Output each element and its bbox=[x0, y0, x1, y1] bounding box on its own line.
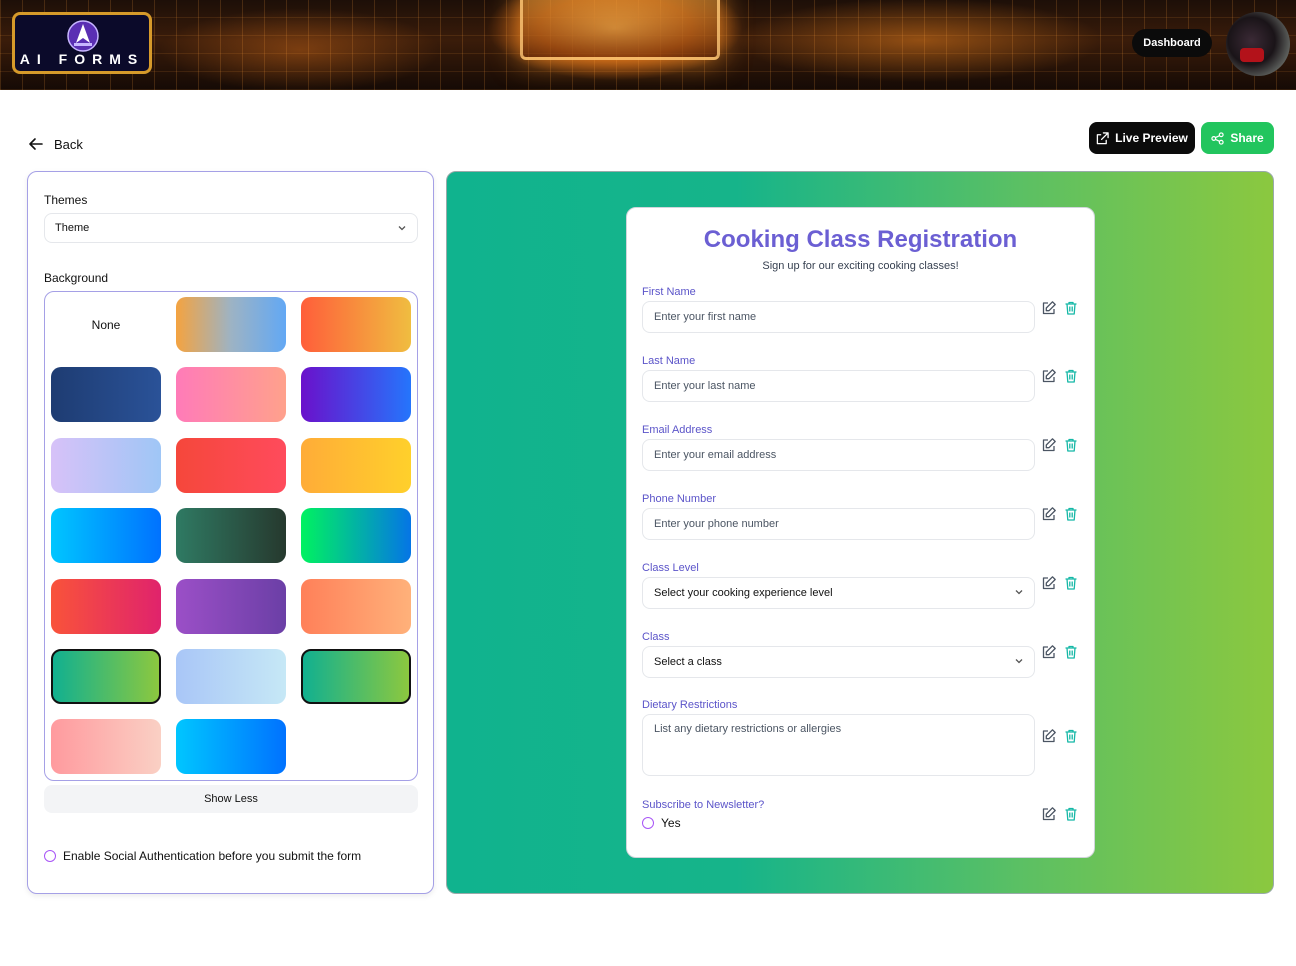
back-label: Back bbox=[54, 136, 83, 152]
trash-icon[interactable] bbox=[1063, 728, 1079, 744]
background-swatch-red-orange[interactable] bbox=[301, 297, 411, 352]
background-swatch-red[interactable] bbox=[176, 438, 286, 493]
first-name-actions bbox=[1041, 300, 1079, 316]
background-swatch-grid: None bbox=[44, 291, 418, 781]
background-swatch-pink-peach[interactable] bbox=[176, 367, 286, 422]
newsletter-actions bbox=[1041, 806, 1079, 822]
chevron-down-icon bbox=[1015, 590, 1023, 595]
background-swatch-teal-lime[interactable] bbox=[51, 649, 161, 704]
live-preview-button[interactable]: Live Preview bbox=[1089, 122, 1195, 154]
first-name-input[interactable]: Enter your first name bbox=[642, 301, 1035, 333]
background-swatch-rose[interactable] bbox=[51, 719, 161, 774]
background-swatch-sky-blue[interactable] bbox=[51, 508, 161, 563]
phone-label: Phone Number bbox=[642, 493, 716, 505]
edit-icon[interactable] bbox=[1041, 806, 1057, 822]
theme-select-value: Theme bbox=[55, 222, 90, 234]
social-auth-label: Enable Social Authentication before you … bbox=[63, 849, 362, 863]
app-logo[interactable]: AI FORMS bbox=[12, 12, 152, 74]
edit-icon[interactable] bbox=[1041, 437, 1057, 453]
background-swatch-forest[interactable] bbox=[176, 508, 286, 563]
chevron-down-icon bbox=[398, 226, 406, 231]
dietary-actions bbox=[1041, 728, 1079, 744]
trash-icon[interactable] bbox=[1063, 368, 1079, 384]
last-name-label: Last Name bbox=[642, 355, 696, 367]
user-avatar[interactable] bbox=[1226, 12, 1290, 76]
first-name-label: First Name bbox=[642, 286, 696, 298]
class-value: Select a class bbox=[654, 656, 722, 668]
class-level-label: Class Level bbox=[642, 562, 699, 574]
trash-icon[interactable] bbox=[1063, 806, 1079, 822]
class-actions bbox=[1041, 644, 1079, 660]
background-swatch-none[interactable]: None bbox=[51, 297, 161, 352]
social-auth-radio[interactable] bbox=[44, 850, 56, 862]
edit-icon[interactable] bbox=[1041, 368, 1057, 384]
dashboard-button[interactable]: Dashboard bbox=[1132, 29, 1212, 57]
background-swatch-violet[interactable] bbox=[176, 579, 286, 634]
background-swatch-purple-blue[interactable] bbox=[301, 367, 411, 422]
background-swatch-red-magenta[interactable] bbox=[51, 579, 161, 634]
trash-icon[interactable] bbox=[1063, 644, 1079, 660]
background-swatch-azure[interactable] bbox=[176, 719, 286, 774]
class-label: Class bbox=[642, 631, 670, 643]
email-label: Email Address bbox=[642, 424, 713, 436]
share-button[interactable]: Share bbox=[1201, 122, 1274, 154]
chevron-down-icon bbox=[1015, 659, 1023, 664]
trash-icon[interactable] bbox=[1063, 575, 1079, 591]
edit-icon[interactable] bbox=[1041, 575, 1057, 591]
back-link[interactable]: Back bbox=[28, 136, 83, 152]
dietary-textarea[interactable]: List any dietary restrictions or allergi… bbox=[642, 714, 1035, 776]
email-actions bbox=[1041, 437, 1079, 453]
newsletter-option-yes[interactable]: Yes bbox=[642, 816, 681, 830]
background-swatch-teal-lime-2[interactable] bbox=[301, 649, 411, 704]
class-level-select[interactable]: Select your cooking experience level bbox=[642, 577, 1035, 609]
external-link-icon bbox=[1096, 131, 1109, 144]
share-label: Share bbox=[1230, 131, 1264, 145]
share-icon bbox=[1211, 131, 1224, 145]
edit-icon[interactable] bbox=[1041, 506, 1057, 522]
glowing-chip-graphic bbox=[520, 0, 720, 60]
social-auth-option[interactable]: Enable Social Authentication before you … bbox=[44, 849, 361, 863]
dietary-label: Dietary Restrictions bbox=[642, 699, 738, 711]
trash-icon[interactable] bbox=[1063, 300, 1079, 316]
background-label: Background bbox=[44, 271, 109, 285]
form-subtitle[interactable]: Sign up for our exciting cooking classes… bbox=[627, 260, 1094, 272]
header-banner bbox=[0, 0, 1296, 90]
trash-icon[interactable] bbox=[1063, 506, 1079, 522]
background-swatch-lavender-sky[interactable] bbox=[51, 438, 161, 493]
background-swatch-navy[interactable] bbox=[51, 367, 161, 422]
arrow-left-icon bbox=[29, 138, 43, 150]
email-input[interactable]: Enter your email address bbox=[642, 439, 1035, 471]
newsletter-label: Subscribe to Newsletter? bbox=[642, 799, 765, 811]
class-level-value: Select your cooking experience level bbox=[654, 587, 833, 599]
background-swatch-orange-blue[interactable] bbox=[176, 297, 286, 352]
show-less-button[interactable]: Show Less bbox=[44, 785, 418, 813]
logo-wordmark: AI FORMS bbox=[19, 51, 145, 67]
live-preview-label: Live Preview bbox=[1115, 131, 1188, 145]
last-name-input[interactable]: Enter your last name bbox=[642, 370, 1035, 402]
background-swatch-coral[interactable] bbox=[301, 579, 411, 634]
background-swatch-green-blue[interactable] bbox=[301, 508, 411, 563]
form-title[interactable]: Cooking Class Registration bbox=[627, 226, 1094, 254]
edit-icon[interactable] bbox=[1041, 300, 1057, 316]
theme-select[interactable]: Theme bbox=[44, 213, 418, 243]
themes-label: Themes bbox=[44, 193, 88, 207]
class-select[interactable]: Select a class bbox=[642, 646, 1035, 678]
logo-emblem-icon bbox=[67, 20, 99, 52]
background-swatch-ice[interactable] bbox=[176, 649, 286, 704]
last-name-actions bbox=[1041, 368, 1079, 384]
phone-actions bbox=[1041, 506, 1079, 522]
design-panel: Themes Theme Background None Show Less E… bbox=[27, 171, 434, 894]
trash-icon[interactable] bbox=[1063, 437, 1079, 453]
newsletter-option-label: Yes bbox=[661, 816, 681, 830]
edit-icon[interactable] bbox=[1041, 644, 1057, 660]
background-swatch-amber[interactable] bbox=[301, 438, 411, 493]
newsletter-radio[interactable] bbox=[642, 817, 654, 829]
class-level-actions bbox=[1041, 575, 1079, 591]
phone-input[interactable]: Enter your phone number bbox=[642, 508, 1035, 540]
none-swatch-label: None bbox=[91, 317, 121, 332]
form-card: Cooking Class Registration Sign up for o… bbox=[626, 207, 1095, 858]
edit-icon[interactable] bbox=[1041, 728, 1057, 744]
